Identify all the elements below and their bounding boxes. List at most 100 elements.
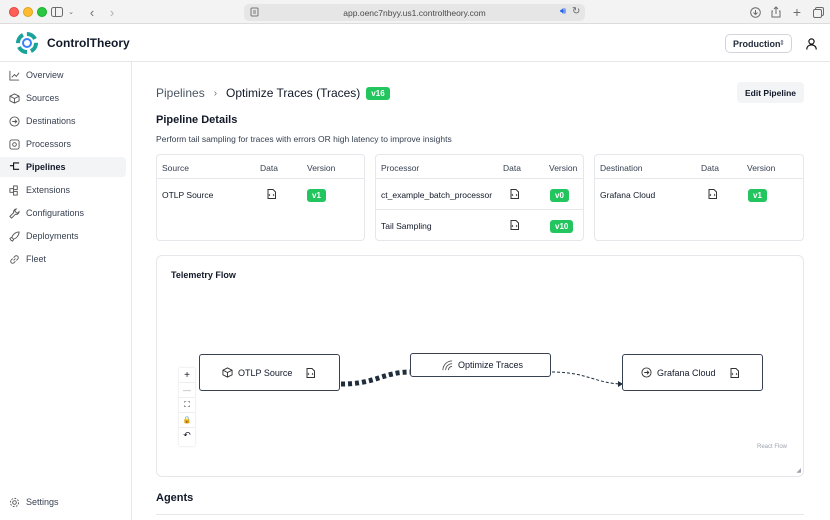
flow-node-destination[interactable]: Grafana Cloud	[622, 354, 763, 391]
cube-icon	[8, 92, 20, 104]
sidebar-item-label: Pipelines	[26, 162, 66, 172]
column-header-version: Version	[549, 163, 578, 173]
page-settings-icon	[250, 7, 259, 19]
column-header-destination: Destination	[600, 163, 643, 173]
sidebar-item-processors[interactable]: Processors	[0, 134, 126, 154]
edge-processor-destination	[551, 371, 624, 385]
wrench-icon	[8, 207, 20, 219]
sidebar-item-label: Fleet	[26, 254, 47, 264]
pipeline-icon	[8, 161, 20, 173]
column-header-source: Source	[162, 163, 189, 173]
flow-node-source[interactable]: OTLP Source	[199, 354, 340, 391]
file-code-icon[interactable]	[708, 189, 717, 199]
file-code-icon[interactable]	[730, 367, 739, 378]
column-header-version: Version	[747, 163, 776, 173]
sidebar-item-label: Sources	[26, 93, 60, 103]
url-text: app.oenc7nbyy.us1.controltheory.com	[343, 7, 486, 18]
fit-view-button[interactable]: ⛶	[179, 398, 195, 413]
tab-overview-icon[interactable]	[812, 4, 824, 20]
arrow-circle-icon	[641, 367, 652, 378]
file-code-icon[interactable]	[306, 367, 316, 378]
sidebar-item-sources[interactable]: Sources	[0, 88, 126, 108]
column-header-processor: Processor	[381, 163, 420, 173]
column-header-data: Data	[503, 163, 521, 173]
sidebar-item-fleet[interactable]: Fleet	[0, 249, 126, 269]
sidebar-item-settings[interactable]: Settings	[0, 492, 126, 512]
minimize-window-button[interactable]	[23, 7, 33, 17]
file-code-icon[interactable]	[510, 220, 519, 230]
controltheory-logo-icon[interactable]	[15, 31, 39, 55]
divider	[156, 514, 804, 515]
zoom-in-button[interactable]: +	[179, 368, 195, 383]
environment-value: Production	[733, 38, 781, 49]
column-header-data: Data	[701, 163, 719, 173]
gear-icon	[8, 496, 20, 508]
telemetry-flow-canvas[interactable]: Telemetry Flow OTLP Source Optimize Trac…	[156, 255, 804, 477]
table-row[interactable]: Grafana Cloud v1	[595, 179, 803, 210]
page-title: Optimize Traces (Traces)	[226, 86, 361, 100]
breadcrumb: Pipelines › Optimize Traces (Traces) v16	[156, 86, 390, 100]
processor-card: Processor Data Version ct_example_batch_…	[375, 154, 584, 241]
lock-button[interactable]: 🔒	[179, 413, 195, 428]
resize-handle-icon[interactable]: ◢	[796, 467, 801, 474]
share-icon[interactable]	[770, 4, 782, 20]
download-icon[interactable]	[749, 4, 761, 20]
undo-button[interactable]: ↶	[179, 428, 195, 443]
zoom-out-button[interactable]: —	[179, 383, 195, 398]
version-badge: v0	[550, 189, 569, 202]
source-card: Source Data Version OTLP Source v1	[156, 154, 365, 241]
agents-title: Agents	[156, 492, 194, 504]
source-name: OTLP Source	[162, 190, 214, 200]
sidebar-item-extensions[interactable]: Extensions	[0, 180, 126, 200]
flow-controls: + — ⛶ 🔒 ↶	[179, 368, 195, 446]
version-badge: v1	[307, 189, 326, 202]
chevron-down-icon[interactable]: ⌄	[67, 4, 75, 20]
speaker-icon[interactable]: 🔊︎	[560, 6, 566, 17]
column-header-data: Data	[260, 163, 278, 173]
sidebar-item-pipelines[interactable]: Pipelines	[0, 157, 126, 177]
react-flow-attribution[interactable]: React Flow	[757, 444, 787, 450]
environment-select[interactable]: Production ⇕	[725, 34, 792, 53]
back-icon[interactable]: ‹	[86, 4, 98, 20]
sidebar-item-label: Configurations	[26, 208, 85, 218]
flow-node-label: Optimize Traces	[458, 360, 524, 370]
sidebar-item-destinations[interactable]: Destinations	[0, 111, 126, 131]
user-icon[interactable]	[802, 34, 821, 53]
sidebar-item-label: Deployments	[26, 231, 79, 241]
source-table-header: Source Data Version	[157, 155, 364, 179]
close-window-button[interactable]	[9, 7, 19, 17]
main-content: Pipelines › Optimize Traces (Traces) v16…	[132, 62, 830, 520]
arrow-circle-icon	[8, 115, 20, 127]
edit-pipeline-button[interactable]: Edit Pipeline	[737, 82, 804, 103]
flow-node-processor[interactable]: Optimize Traces	[410, 353, 551, 377]
chevron-right-icon: ›	[213, 87, 218, 99]
destination-card: Destination Data Version Grafana Cloud v…	[594, 154, 804, 241]
sidebar-item-overview[interactable]: Overview	[0, 65, 126, 85]
rocket-icon	[8, 230, 20, 242]
forward-icon[interactable]: ›	[106, 4, 118, 20]
version-badge: v10	[550, 220, 574, 233]
processor-name: Tail Sampling	[381, 221, 432, 231]
table-row[interactable]: Tail Sampling v10	[376, 210, 583, 240]
reload-icon[interactable]: ↻	[572, 6, 580, 17]
table-row[interactable]: ct_example_batch_processor v0	[376, 179, 583, 210]
sidebar-item-label: Settings	[26, 497, 59, 507]
sidebar-item-label: Processors	[26, 139, 72, 149]
new-tab-icon[interactable]: +	[791, 4, 803, 20]
sidebar-toggle-icon[interactable]	[50, 4, 64, 20]
sidebar-item-deployments[interactable]: Deployments	[0, 226, 126, 246]
puzzle-icon	[8, 184, 20, 196]
pipeline-description: Perform tail sampling for traces with er…	[156, 134, 452, 144]
cube-icon	[222, 367, 233, 378]
processor-name: ct_example_batch_processor	[381, 190, 493, 200]
file-code-icon[interactable]	[510, 189, 519, 199]
address-bar[interactable]: app.oenc7nbyy.us1.controltheory.com 🔊︎ ↻	[244, 4, 585, 21]
destination-name: Grafana Cloud	[600, 190, 656, 200]
version-badge: v1	[748, 189, 767, 202]
sidebar-item-configurations[interactable]: Configurations	[0, 203, 126, 223]
file-code-icon[interactable]	[267, 189, 276, 199]
destination-table-header: Destination Data Version	[595, 155, 803, 179]
table-row[interactable]: OTLP Source v1	[157, 179, 364, 210]
breadcrumb-pipelines-link[interactable]: Pipelines	[156, 86, 205, 100]
zoom-window-button[interactable]	[37, 7, 47, 17]
